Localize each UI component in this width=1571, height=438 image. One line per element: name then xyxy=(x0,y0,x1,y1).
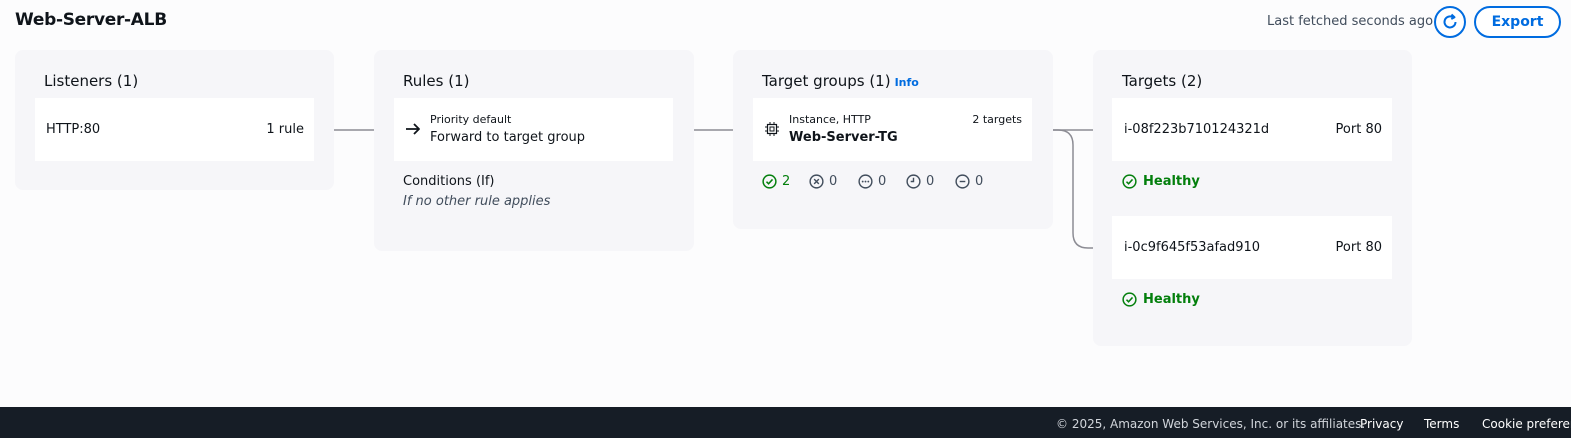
rule-card[interactable]: Priority default Forward to target group xyxy=(394,98,673,161)
target-groups-title: Target groups (1) Info xyxy=(762,72,919,90)
clock-icon xyxy=(906,174,921,189)
target-port: Port 80 xyxy=(1335,122,1382,137)
status-unhealthy-count: 0 xyxy=(829,174,838,189)
status-unhealthy: 0 xyxy=(809,174,837,189)
target-group-type: Instance, HTTP xyxy=(789,113,871,126)
chip-icon xyxy=(765,122,779,136)
status-unused: 0 xyxy=(858,174,886,189)
refresh-button[interactable] xyxy=(1434,6,1466,38)
arrow-right-icon xyxy=(406,123,420,135)
target-id[interactable]: i-08f223b710124321d xyxy=(1124,122,1269,137)
status-draining-count: 0 xyxy=(975,174,984,189)
footer: © 2025, Amazon Web Services, Inc. or its… xyxy=(0,407,1571,438)
ellipsis-circle-icon xyxy=(858,174,873,189)
target-group-count: 2 targets xyxy=(972,113,1022,126)
target-groups-panel: Target groups (1) Info Instance, HTTP 2 t… xyxy=(733,50,1053,229)
target-health-label: Healthy xyxy=(1143,292,1200,307)
status-unused-count: 0 xyxy=(878,174,887,189)
status-draining: 0 xyxy=(955,174,983,189)
targets-title: Targets (2) xyxy=(1122,72,1203,90)
page-title: Web-Server-ALB xyxy=(15,10,167,30)
target-id[interactable]: i-0c9f645f53afad910 xyxy=(1124,240,1260,255)
listener-card[interactable]: HTTP:80 1 rule xyxy=(35,98,314,161)
rules-title: Rules (1) xyxy=(403,72,470,90)
targets-panel: Targets (2) i-08f223b710124321d Port 80 … xyxy=(1093,50,1412,346)
listeners-panel: Listeners (1) HTTP:80 1 rule xyxy=(15,50,334,190)
rule-action: Forward to target group xyxy=(430,130,586,145)
minus-circle-icon xyxy=(955,174,970,189)
footer-cookie-link[interactable]: Cookie preferences xyxy=(1482,417,1571,431)
listeners-title: Listeners (1) xyxy=(44,72,139,90)
target-group-card[interactable]: Instance, HTTP 2 targets Web-Server-TG xyxy=(753,98,1032,161)
conditions-value: If no other rule applies xyxy=(403,194,551,209)
export-button[interactable]: Export xyxy=(1474,6,1561,38)
check-circle-icon xyxy=(1122,292,1137,307)
status-healthy-count: 2 xyxy=(782,174,791,189)
refresh-icon xyxy=(1443,13,1457,29)
target-health-label: Healthy xyxy=(1143,174,1200,189)
target-card[interactable]: i-0c9f645f53afad910 Port 80 xyxy=(1112,216,1392,279)
check-circle-icon xyxy=(1122,174,1137,189)
target-health-status: Healthy xyxy=(1122,292,1200,307)
target-health-status: Healthy xyxy=(1122,174,1200,189)
target-groups-title-text: Target groups (1) xyxy=(762,72,891,90)
footer-copyright: © 2025, Amazon Web Services, Inc. or its… xyxy=(1056,417,1366,431)
status-healthy: 2 xyxy=(762,174,790,189)
footer-privacy-link[interactable]: Privacy xyxy=(1360,417,1403,431)
conditions-label: Conditions (If) xyxy=(403,174,495,189)
x-circle-icon xyxy=(809,174,824,189)
rule-priority: Priority default xyxy=(430,113,512,126)
last-fetched-text: Last fetched seconds ago xyxy=(1267,14,1434,29)
target-card[interactable]: i-08f223b710124321d Port 80 xyxy=(1112,98,1392,161)
target-port: Port 80 xyxy=(1335,240,1382,255)
check-circle-icon xyxy=(762,174,777,189)
listener-rule-count: 1 rule xyxy=(266,122,304,137)
info-link[interactable]: Info xyxy=(895,76,919,89)
footer-terms-link[interactable]: Terms xyxy=(1424,417,1459,431)
status-initial-count: 0 xyxy=(926,174,935,189)
rules-panel: Rules (1) Priority default Forward to ta… xyxy=(374,50,694,251)
listener-protocol: HTTP:80 xyxy=(46,122,101,137)
target-group-name[interactable]: Web-Server-TG xyxy=(789,130,898,145)
status-initial: 0 xyxy=(906,174,934,189)
